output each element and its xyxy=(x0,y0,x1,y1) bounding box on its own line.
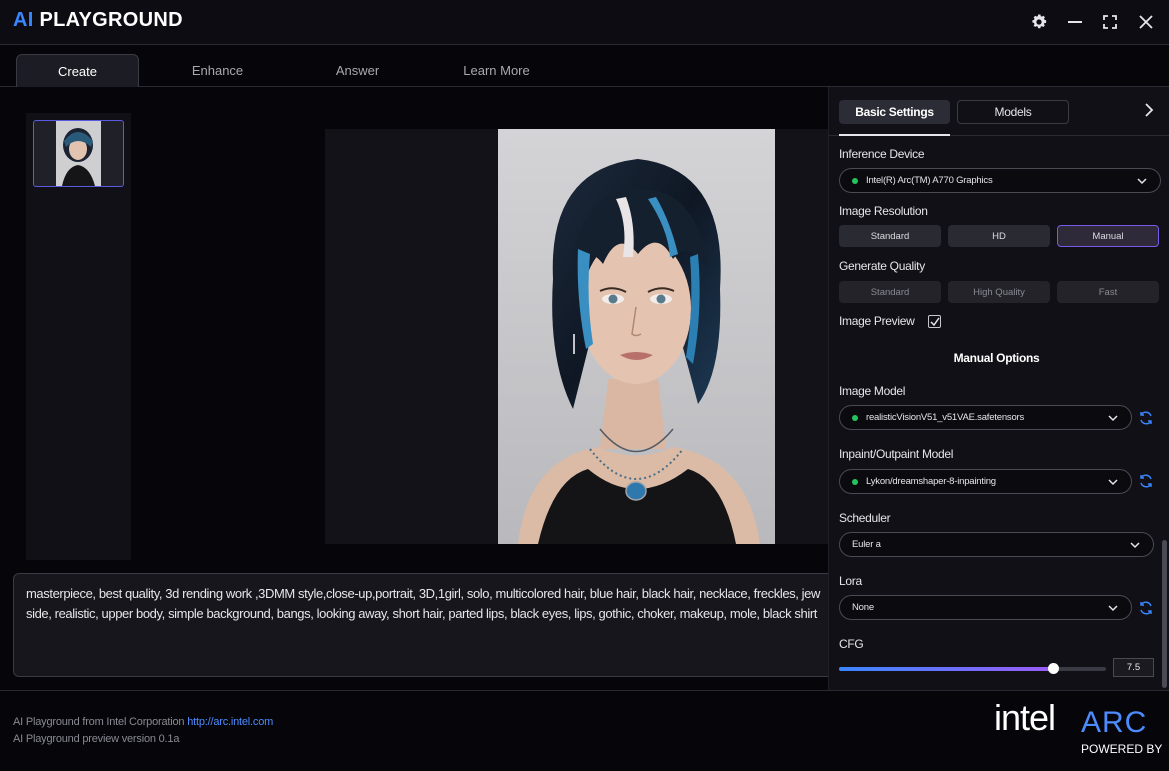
generated-image xyxy=(498,129,775,544)
history-thumbnail[interactable] xyxy=(33,120,124,187)
chevron-down-icon xyxy=(1130,542,1140,549)
chevron-down-icon xyxy=(1137,178,1147,185)
lora-label: Lora xyxy=(839,574,862,588)
active-tab-indicator xyxy=(839,134,950,136)
main-tabs: Create Enhance Answer Learn More xyxy=(0,45,1169,87)
checkmark-icon xyxy=(929,317,940,326)
cfg-slider-handle[interactable] xyxy=(1047,663,1059,674)
inference-device-label: Inference Device xyxy=(839,147,925,161)
settings-panel-header: Basic Settings Models xyxy=(829,87,1169,136)
quality-fast-button[interactable]: Fast xyxy=(1057,281,1159,303)
portrait-image xyxy=(498,129,775,544)
scheduler-select[interactable]: Euler a xyxy=(839,532,1154,557)
intel-logo: intel xyxy=(994,697,1056,738)
status-dot-icon xyxy=(852,177,858,184)
gear-icon[interactable] xyxy=(1029,12,1049,32)
cfg-label: CFG xyxy=(839,637,864,651)
cfg-slider-fill xyxy=(839,667,1053,671)
image-model-select[interactable]: realisticVisionV51_v51VAE.safetensors xyxy=(839,405,1132,430)
arc-logo: ARC xyxy=(1081,706,1148,739)
app-window: AI PLAYGROUND Create Enhance Answer Lear… xyxy=(0,0,1169,771)
generate-quality-label: Generate Quality xyxy=(839,259,925,273)
prompt-input[interactable]: masterpiece, best quality, 3d rending wo… xyxy=(13,573,843,677)
chevron-down-icon xyxy=(1108,605,1118,612)
image-resolution-label: Image Resolution xyxy=(839,204,928,218)
maximize-icon[interactable] xyxy=(1100,12,1120,32)
quality-standard-button[interactable]: Standard xyxy=(839,281,941,303)
status-dot-icon xyxy=(852,414,858,421)
prompt-line-2: side, realistic, upper body, simple back… xyxy=(26,606,817,621)
scheduler-label: Scheduler xyxy=(839,511,891,525)
tab-enhance[interactable]: Enhance xyxy=(156,54,279,87)
inpaint-model-select[interactable]: Lykon/dreamshaper-8-inpainting xyxy=(839,469,1132,494)
app-logo: AI PLAYGROUND xyxy=(13,9,183,31)
status-dot-icon xyxy=(852,478,858,485)
settings-scrollbar[interactable] xyxy=(1162,540,1167,688)
resolution-standard-button[interactable]: Standard xyxy=(839,225,941,247)
footer-credit: AI Playground from Intel Corporation htt… xyxy=(13,716,274,728)
powered-by-label: POWERED BY xyxy=(1081,742,1163,756)
title-bar: AI PLAYGROUND xyxy=(0,0,1169,45)
inpaint-model-label: Inpaint/Outpaint Model xyxy=(839,447,954,461)
prompt-line-1: masterpiece, best quality, 3d rending wo… xyxy=(26,586,820,601)
tab-learn-more[interactable]: Learn More xyxy=(435,54,558,87)
resolution-hd-button[interactable]: HD xyxy=(948,225,1050,247)
minimize-icon[interactable] xyxy=(1065,12,1085,32)
manual-options-title: Manual Options xyxy=(953,351,1040,365)
lora-select[interactable]: None xyxy=(839,595,1132,620)
footer-version: AI Playground preview version 0.1a xyxy=(13,733,180,745)
chevron-down-icon xyxy=(1108,415,1118,422)
tab-answer[interactable]: Answer xyxy=(296,54,419,87)
cfg-value-input[interactable]: 7.5 xyxy=(1113,658,1154,677)
inference-device-select[interactable]: Intel(R) Arc(TM) A770 Graphics xyxy=(839,168,1161,193)
image-preview-label: Image Preview xyxy=(839,314,915,328)
tab-models[interactable]: Models xyxy=(957,100,1069,124)
thumbnail-image xyxy=(56,121,101,186)
footer-divider xyxy=(0,690,1169,691)
settings-panel: Basic Settings Models Inference Device I… xyxy=(828,87,1169,690)
refresh-inpaint-model-icon[interactable] xyxy=(1138,473,1154,489)
image-history-list xyxy=(26,113,131,560)
refresh-lora-icon[interactable] xyxy=(1138,600,1154,616)
tab-create[interactable]: Create xyxy=(16,54,139,87)
image-model-label: Image Model xyxy=(839,384,906,398)
footer-link[interactable]: http://arc.intel.com xyxy=(187,716,273,728)
tab-basic-settings[interactable]: Basic Settings xyxy=(839,100,950,124)
chevron-down-icon xyxy=(1108,479,1118,486)
cfg-slider[interactable] xyxy=(839,663,1106,674)
refresh-image-model-icon[interactable] xyxy=(1138,410,1154,426)
close-icon[interactable] xyxy=(1136,12,1156,32)
image-preview-area xyxy=(325,129,828,544)
resolution-manual-button[interactable]: Manual xyxy=(1057,225,1159,247)
chevron-right-icon[interactable] xyxy=(1144,103,1154,122)
quality-high-button[interactable]: High Quality xyxy=(948,281,1050,303)
image-preview-checkbox[interactable] xyxy=(928,315,941,328)
